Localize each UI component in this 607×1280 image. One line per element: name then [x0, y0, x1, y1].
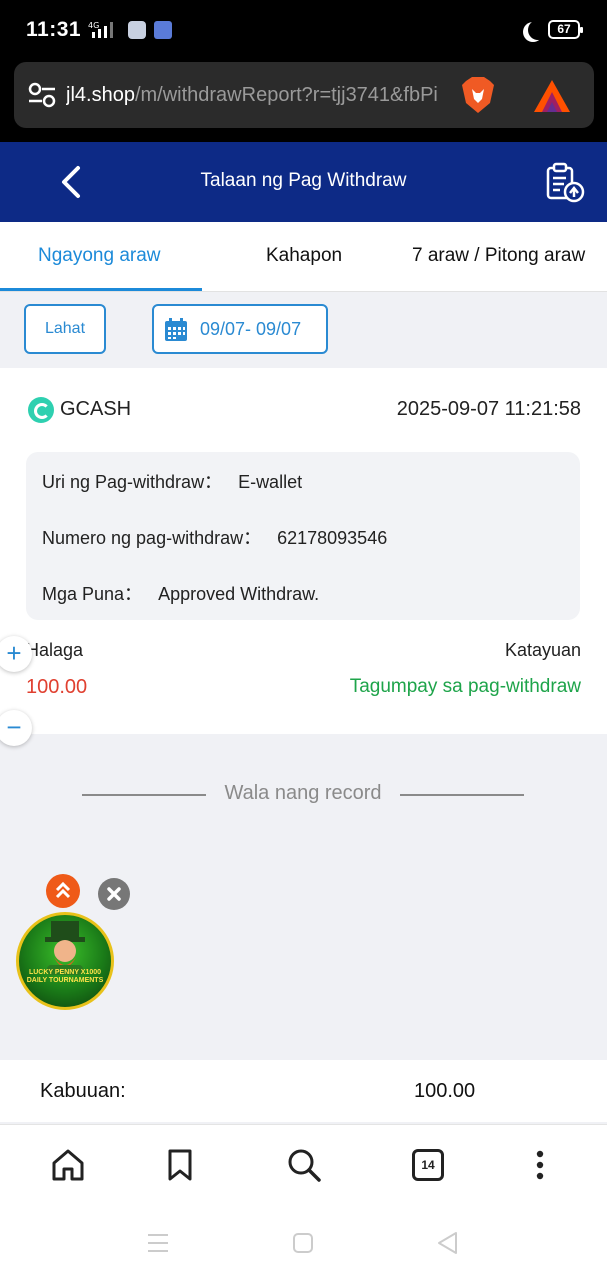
- network-type: 4G: [88, 21, 99, 30]
- remarks-label: Mga Puna：: [42, 584, 143, 604]
- page-title: Talaan ng Pag Withdraw: [200, 170, 407, 191]
- address-bar[interactable]: jl4.shop/m/withdrawReport?r=tjj3741&fbPi: [14, 62, 594, 128]
- filter-bar: Lahat 09/07- 09/07: [0, 292, 607, 364]
- withdraw-record-card: GCASH 2025-09-07 11:21:58 Uri ng Pag-wit…: [0, 368, 607, 734]
- amount-label: Halaga: [26, 640, 84, 660]
- no-more-records: Wala nang record: [82, 780, 524, 810]
- divider: [400, 794, 524, 796]
- back-nav-icon[interactable]: [436, 1231, 458, 1255]
- date-range-text: 09/07- 09/07: [200, 319, 302, 339]
- url-path: /m/withdrawReport?r=tjj3741&fbPi: [134, 84, 438, 106]
- tabs-count-button[interactable]: 14: [412, 1149, 444, 1181]
- tab-today[interactable]: Ngayong araw: [38, 245, 161, 267]
- tab-seven-days[interactable]: 7 araw / Pitong araw: [412, 245, 585, 267]
- status-time: 11:31: [26, 18, 82, 41]
- recent-apps-icon[interactable]: [146, 1232, 170, 1254]
- notification-app-icon: [154, 21, 172, 39]
- search-icon[interactable]: [286, 1147, 322, 1183]
- withdraw-type-label: Uri ng Pag-withdraw：: [42, 472, 223, 492]
- close-promo-button[interactable]: [98, 878, 130, 910]
- do-not-disturb-icon: [528, 20, 548, 40]
- site-settings-icon[interactable]: [28, 82, 56, 108]
- status-value: Tagumpay sa pag-withdraw: [349, 676, 581, 697]
- record-datetime: 2025-09-07 11:21:58: [396, 398, 581, 420]
- signal-icon: 4G: [88, 21, 113, 38]
- promo-text: LUCKY PENNY X1000 DAILY TOURNAMENTS: [26, 969, 104, 984]
- withdraw-number-label: Numero ng pag-withdraw：: [42, 528, 262, 548]
- home-icon[interactable]: [50, 1147, 86, 1183]
- total-label: Kabuuan:: [40, 1080, 126, 1102]
- withdraw-number-value: 62178093546: [277, 528, 388, 548]
- status-label: Katayuan: [504, 640, 581, 660]
- scroll-top-button[interactable]: [46, 874, 80, 908]
- withdraw-number-row: Numero ng pag-withdraw： 62178093546: [42, 524, 387, 550]
- browser-toolbar: jl4.shop/m/withdrawReport?r=tjj3741&fbPi: [0, 58, 607, 142]
- battery-icon: 67: [548, 20, 583, 39]
- more-options-icon[interactable]: [522, 1147, 558, 1183]
- promo-banner[interactable]: LUCKY PENNY X1000 DAILY TOURNAMENTS: [16, 912, 114, 1010]
- date-range-button[interactable]: 09/07- 09/07: [152, 304, 328, 354]
- withdraw-type-row: Uri ng Pag-withdraw： E-wallet: [42, 468, 302, 494]
- active-tab-indicator: [0, 288, 202, 291]
- url-text[interactable]: jl4.shop/m/withdrawReport?r=tjj3741&fbPi: [66, 84, 446, 107]
- notification-app-icon: [128, 21, 146, 39]
- close-icon: [107, 887, 121, 901]
- status-bar: 11:31 4G 67: [0, 0, 607, 58]
- url-domain: jl4.shop: [66, 84, 135, 106]
- calendar-icon: [165, 318, 187, 341]
- remarks-value: Approved Withdraw.: [158, 584, 320, 604]
- double-chevron-up-icon: [55, 881, 71, 899]
- zoom-out-button[interactable]: −: [0, 710, 32, 746]
- browser-bottom-bar: 14: [0, 1124, 607, 1210]
- record-details: Uri ng Pag-withdraw： E-wallet Numero ng p…: [26, 452, 580, 620]
- withdraw-method: GCASH: [60, 398, 132, 420]
- remarks-row: Mga Puna： Approved Withdraw.: [42, 580, 319, 606]
- filter-all-button[interactable]: Lahat: [24, 304, 106, 354]
- total-value: 100.00: [414, 1080, 476, 1102]
- leprechaun-image: [45, 921, 85, 975]
- system-navigation-bar: [0, 1210, 607, 1280]
- gcash-icon: [28, 397, 54, 423]
- total-bar: Kabuuan: 100.00: [0, 1060, 607, 1122]
- bookmark-icon[interactable]: [162, 1147, 198, 1183]
- tab-yesterday[interactable]: Kahapon: [266, 245, 342, 267]
- withdraw-type-value: E-wallet: [238, 472, 303, 492]
- brave-shields-icon[interactable]: [460, 75, 496, 115]
- page-header: Talaan ng Pag Withdraw: [0, 142, 607, 222]
- amount-value: 100.00: [26, 676, 88, 698]
- date-tabs: Ngayong araw Kahapon 7 araw / Pitong ara…: [0, 222, 607, 292]
- clipboard-upload-icon[interactable]: [544, 162, 586, 204]
- brave-rewards-icon[interactable]: [532, 78, 572, 114]
- home-nav-icon[interactable]: [292, 1232, 314, 1254]
